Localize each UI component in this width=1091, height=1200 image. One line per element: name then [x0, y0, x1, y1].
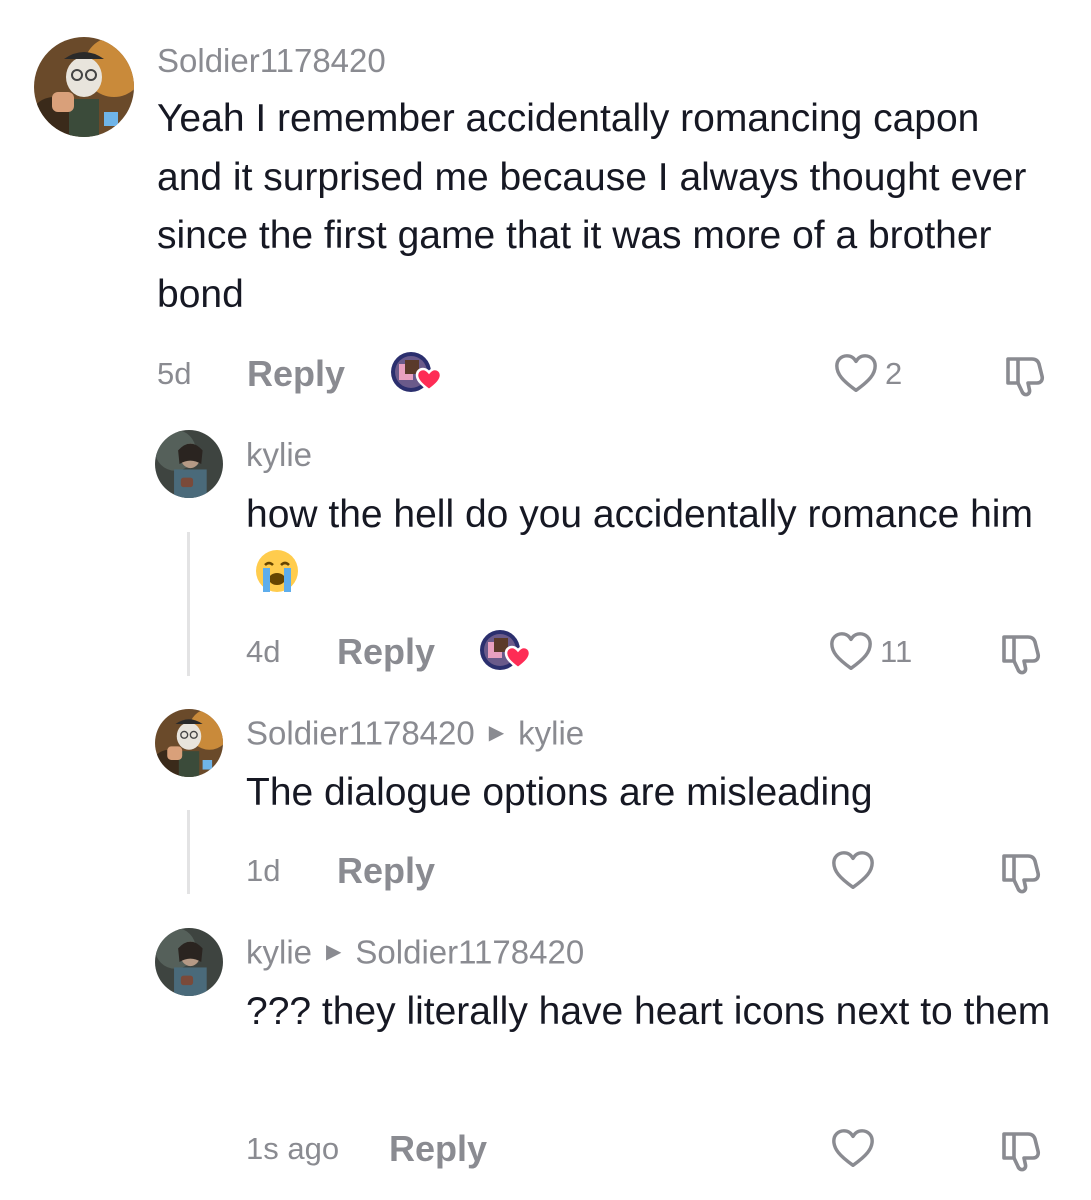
avatar[interactable] [155, 709, 223, 777]
heart-outline-icon[interactable] [830, 848, 876, 894]
thumbs-down-icon[interactable] [996, 628, 1044, 676]
avatar[interactable] [155, 928, 223, 996]
triangle-right-icon: ▶ [326, 941, 342, 963]
comment-timestamp: 1d [246, 853, 281, 888]
heart-outline-icon[interactable] [833, 351, 879, 397]
comment-text-content: how the hell do you accidentally romance… [246, 493, 1033, 536]
avatar-image [155, 709, 223, 777]
comment-timestamp: 5d [157, 356, 192, 391]
avatar-image [155, 928, 223, 996]
triangle-right-icon: ▶ [488, 722, 505, 744]
like-count: 2 [885, 356, 903, 391]
comment-text: ??? they literally have heart icons next… [246, 990, 1051, 1033]
like-button[interactable] [830, 1127, 876, 1171]
thumbs-down-icon[interactable] [1000, 350, 1048, 398]
thread-line [187, 532, 190, 676]
creator-liked-heart-icon [478, 628, 534, 674]
username-text[interactable]: kylie [246, 436, 312, 473]
reply-button[interactable]: Reply [247, 354, 345, 394]
creator-liked-heart-icon [389, 350, 445, 396]
username-text[interactable]: Soldier1178420 [157, 42, 386, 79]
avatar-image [34, 37, 134, 137]
heart-outline-icon[interactable] [830, 1126, 876, 1172]
like-button[interactable]: 2 [833, 352, 902, 396]
comment-username[interactable]: kylie [246, 435, 312, 475]
thumbs-down-icon[interactable] [996, 847, 1044, 895]
like-button[interactable]: 11 [828, 630, 912, 674]
thread-line [187, 810, 190, 894]
thumbs-down-icon[interactable] [996, 1125, 1044, 1173]
loudly-crying-face-icon [254, 548, 300, 594]
like-count: 11 [880, 634, 913, 669]
reply-button[interactable]: Reply [337, 851, 435, 891]
comment-username[interactable]: Soldier1178420 ▶ kylie [246, 713, 584, 759]
username-text[interactable]: Soldier1178420 [246, 715, 475, 752]
reply-button[interactable]: Reply [389, 1129, 487, 1169]
reply-to-username[interactable]: Soldier1178420 [355, 934, 584, 971]
avatar[interactable] [155, 430, 223, 498]
comment-timestamp: 4d [246, 634, 281, 669]
comment-text: Yeah I remember accidentally romancing c… [157, 97, 1027, 316]
reply-to-username[interactable]: kylie [518, 715, 584, 752]
comment-text: how the hell do you accidentally romance… [246, 486, 1076, 603]
comment-text: The dialogue options are misleading [246, 771, 873, 814]
avatar[interactable] [34, 37, 134, 137]
heart-outline-icon[interactable] [828, 629, 874, 675]
comment-username[interactable]: Soldier1178420 [157, 41, 386, 81]
username-text[interactable]: kylie [246, 934, 312, 971]
reply-button[interactable]: Reply [337, 632, 435, 672]
like-button[interactable] [830, 849, 876, 893]
comment-username[interactable]: kylie ▶ Soldier1178420 [246, 932, 584, 978]
avatar-image [155, 430, 223, 498]
comment-timestamp: 1s ago [246, 1131, 340, 1166]
